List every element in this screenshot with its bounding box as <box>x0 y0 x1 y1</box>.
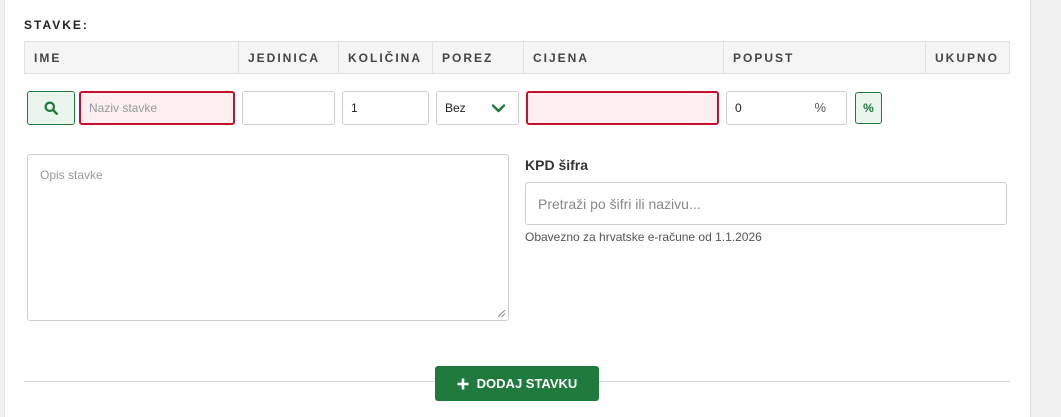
column-header-porez: POREZ <box>433 42 524 73</box>
items-table-header: IME JEDINICA KOLIČINA POREZ CIJENA POPUS… <box>24 41 1010 74</box>
add-item-label: DODAJ STAVKU <box>476 376 578 391</box>
tax-select[interactable]: Bez <box>436 91 519 125</box>
quantity-input[interactable]: 1 <box>342 91 429 125</box>
item-name-input[interactable]: Naziv stavke <box>79 91 235 125</box>
column-header-popust: POPUST <box>724 42 926 73</box>
column-header-kolicina: KOLIČINA <box>339 42 433 73</box>
quantity-value: 1 <box>351 101 358 115</box>
plus-icon <box>457 378 469 389</box>
item-search-button[interactable] <box>27 91 75 125</box>
add-item-button[interactable]: DODAJ STAVKU <box>435 366 599 401</box>
item-description-textarea[interactable]: Opis stavke <box>27 154 509 321</box>
discount-value: 0 <box>735 101 742 115</box>
column-header-cijena: CIJENA <box>524 42 724 73</box>
kpd-search-input[interactable]: Pretraži po šifri ili nazivu... <box>525 182 1007 225</box>
resize-grip-icon[interactable] <box>497 309 506 318</box>
price-input[interactable] <box>526 91 719 125</box>
kpd-help-text: Obavezno za hrvatske e-račune od 1.1.202… <box>525 230 762 244</box>
discount-type-toggle-button[interactable]: % <box>855 92 882 124</box>
column-header-ime: IME <box>25 42 239 73</box>
description-placeholder: Opis stavke <box>40 168 103 182</box>
kpd-placeholder: Pretraži po šifri ili nazivu... <box>538 195 701 212</box>
search-icon <box>44 101 58 115</box>
kpd-label: KPD šifra <box>525 157 589 173</box>
section-title: STAVKE: <box>24 18 89 32</box>
column-header-ukupno: UKUPNO <box>935 50 1000 65</box>
discount-input[interactable]: 0 % <box>726 91 847 125</box>
chevron-down-icon <box>491 104 506 113</box>
column-header-jedinica: JEDINICA <box>239 42 339 73</box>
item-name-placeholder: Naziv stavke <box>89 101 158 115</box>
discount-percent-suffix: % <box>814 100 826 115</box>
unit-input[interactable] <box>242 91 335 125</box>
tax-selected-value: Bez <box>445 101 466 115</box>
